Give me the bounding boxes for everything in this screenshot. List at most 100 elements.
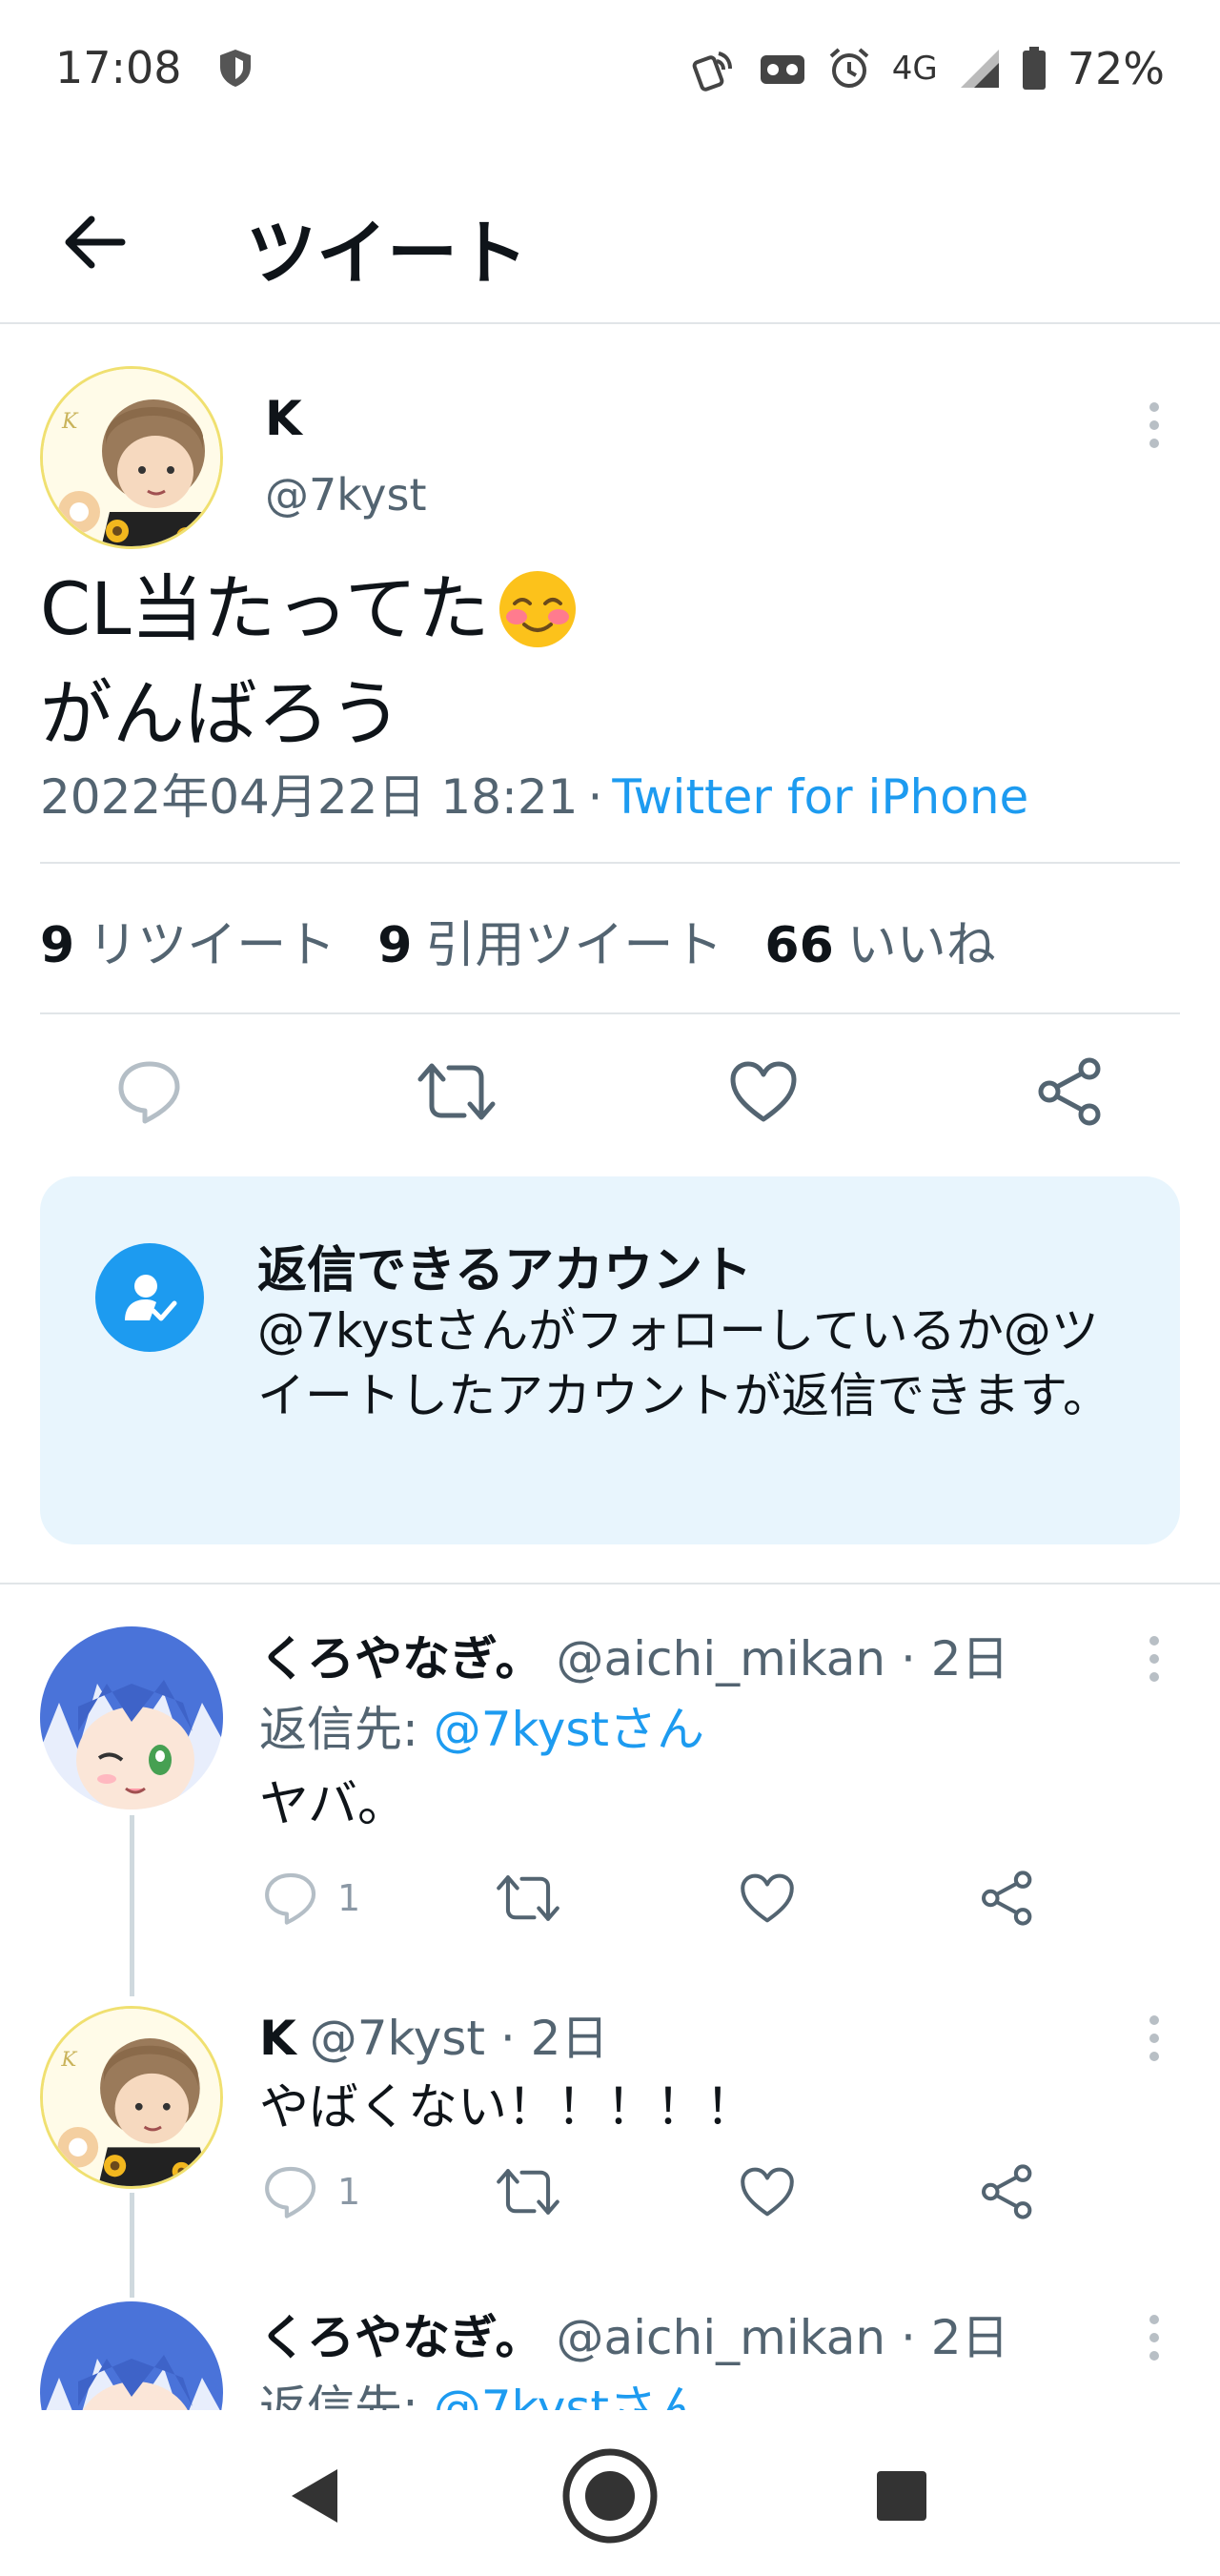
network-type: 4G [891, 50, 938, 88]
tweet-actions [40, 1049, 1180, 1135]
tweet-date: 2022年04月22日 18:21 [40, 769, 579, 825]
reply-avatar[interactable] [40, 2301, 223, 2410]
share-button[interactable] [980, 2158, 1035, 2225]
reply-header: くろやなぎ。 @aichi_mikan · 2日 [259, 2300, 1009, 2368]
retweet-icon [417, 1063, 496, 1120]
page-title: ツイート [246, 213, 528, 295]
like-button[interactable] [740, 1865, 795, 1932]
share-button[interactable] [1027, 1049, 1113, 1135]
reply-to-mention[interactable]: @7kystさん [434, 2381, 704, 2410]
reply-to-line: 返信先: @7kystさん [259, 2370, 704, 2410]
retweet-button[interactable] [496, 1865, 560, 1932]
avatar-image: K [43, 2009, 220, 2186]
tweet-text-line-2: がんばろう [40, 671, 402, 756]
triangle-back-icon [292, 2469, 337, 2523]
reply-button[interactable]: 1 [263, 2158, 360, 2225]
avatar-image [40, 1626, 223, 1809]
like-button[interactable] [721, 1049, 806, 1135]
svg-text:K: K [60, 2048, 77, 2072]
reply-header: K @7kyst · 2日 [259, 2000, 608, 2069]
square-recents-icon [877, 2471, 926, 2521]
share-button[interactable] [980, 1865, 1035, 1932]
divider [40, 1012, 1180, 1014]
nav-back-button[interactable] [257, 2439, 372, 2553]
share-icon [982, 2164, 1032, 2219]
retweet-icon [497, 2169, 559, 2215]
reply-count: 1 [337, 1877, 361, 1919]
likes-stat[interactable]: 66 いいね [764, 905, 995, 976]
reply-actions: 1 [259, 1865, 1060, 1932]
reply-icon [265, 2166, 316, 2218]
reply-icon [118, 1061, 180, 1124]
more-options-icon[interactable] [1140, 397, 1169, 454]
voicemail-icon [760, 55, 804, 84]
nav-recents-button[interactable] [844, 2439, 959, 2553]
reply-button[interactable] [107, 1049, 193, 1135]
reply-author-name[interactable]: くろやなぎ。 [259, 2310, 543, 2365]
reply-avatar[interactable] [40, 1626, 223, 1809]
system-navigation-bar [0, 2410, 1220, 2576]
author-name[interactable]: K [265, 391, 302, 446]
heart-icon [730, 1061, 797, 1122]
reply-header: くろやなぎ。 @aichi_mikan · 2日 [259, 1621, 1009, 1689]
reply-icon [265, 1872, 316, 1925]
battery-percent: 72% [1067, 43, 1165, 94]
tweet-text: CL当たってた がんばろう [40, 557, 578, 767]
reply-tweet[interactable]: くろやなぎ。 @aichi_mikan · 2日 返信先: @7kystさん [0, 2296, 1220, 2410]
like-button[interactable] [740, 2158, 795, 2225]
reply-button[interactable]: 1 [263, 1865, 360, 1932]
heart-icon [741, 1873, 794, 1923]
share-icon [982, 1871, 1032, 1926]
quotes-stat[interactable]: 9 引用ツイート [377, 905, 722, 976]
arrow-left-icon [65, 215, 126, 269]
back-button[interactable] [57, 204, 133, 280]
nav-home-button[interactable] [553, 2439, 667, 2553]
retweet-button[interactable] [414, 1049, 499, 1135]
battery-icon [1022, 47, 1046, 90]
tweet-stats: 9 リツイート 9 引用ツイート 66 いいね [40, 904, 1038, 976]
svg-text:K: K [61, 410, 79, 434]
reply-avatar[interactable]: K [40, 2006, 223, 2189]
user-check-icon [125, 1275, 177, 1321]
reply-to-label: 返信先: [259, 2381, 434, 2410]
shield-icon [220, 50, 251, 87]
status-icons: 4G 72% [692, 42, 1165, 95]
retweets-count: 9 [40, 916, 75, 974]
thread-line [130, 1815, 134, 1996]
retweet-icon [497, 1875, 559, 1921]
author-avatar[interactable]: K [40, 366, 223, 549]
tweet-timestamp: 2022年04月22日 18:21 · Twitter for iPhone [40, 759, 1028, 828]
heart-icon [741, 2167, 794, 2217]
reply-author-name[interactable]: K [259, 2011, 296, 2066]
reply-restriction-text: @7kystさんがフォローしているか@ツイートしたアカウントが返信できます。 [257, 1303, 1110, 1423]
retweet-button[interactable] [496, 2158, 560, 2225]
divider [0, 1583, 1220, 1584]
nfc-icon [692, 51, 732, 92]
tweet-source-link[interactable]: Twitter for iPhone [612, 769, 1028, 825]
reply-to-mention[interactable]: @7kystさん [434, 1702, 704, 1757]
retweets-stat[interactable]: 9 リツイート [40, 905, 336, 976]
more-options-icon[interactable] [1140, 1630, 1169, 1687]
reply-to-label: 返信先: [259, 1702, 434, 1757]
blushing-face-emoji-icon [498, 571, 576, 647]
thread-line [130, 2193, 134, 2298]
alarm-icon [829, 48, 869, 88]
reply-meta: @7kyst · 2日 [309, 2011, 609, 2066]
reply-restriction-icon [95, 1243, 204, 1352]
reply-text: やばくない！！！！！ [259, 2079, 756, 2136]
retweets-label: リツイート [88, 916, 336, 974]
signal-icon [960, 50, 999, 88]
reply-author-name[interactable]: くろやなぎ。 [259, 1631, 543, 1687]
status-time: 17:08 [55, 42, 182, 93]
reply-restriction-notice: 返信できるアカウント @7kystさんがフォローしているか@ツイートしたアカウン… [40, 1176, 1180, 1544]
reply-actions: 1 [259, 2158, 1060, 2225]
quotes-label: 引用ツイート [425, 916, 723, 974]
reply-to-line: 返信先: @7kystさん [259, 1691, 704, 1760]
author-handle[interactable]: @7kyst [265, 469, 427, 521]
more-options-icon[interactable] [1140, 2309, 1169, 2366]
avatar-image [40, 2301, 223, 2410]
quotes-count: 9 [377, 916, 413, 974]
avatar-image: K [43, 369, 220, 546]
more-options-icon[interactable] [1140, 2010, 1169, 2067]
divider [40, 862, 1180, 864]
